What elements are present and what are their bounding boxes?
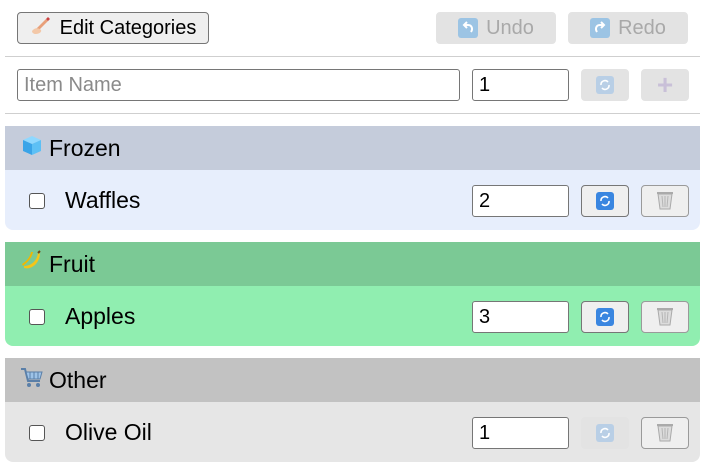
list-item: Apples (5, 286, 700, 346)
item-label: Olive Oil (65, 419, 152, 445)
edit-categories-label: Edit Categories (59, 16, 197, 39)
category-name: Other (49, 366, 107, 393)
category-name: Frozen (49, 134, 121, 161)
divider-top (5, 56, 700, 57)
item-checkbox[interactable] (29, 193, 45, 209)
trash-icon (655, 189, 675, 214)
redo-label: Redo (618, 16, 666, 39)
list-item: Waffles (5, 170, 700, 230)
undo-icon (458, 18, 479, 38)
undo-button[interactable]: Undo (436, 12, 556, 44)
item-quantity-input[interactable] (472, 185, 569, 217)
redo-button[interactable]: Redo (568, 12, 688, 44)
category-header: Other (5, 358, 700, 402)
category-name: Fruit (49, 250, 95, 277)
plus-icon: + (656, 69, 674, 100)
category-other: Other Olive Oil (5, 358, 700, 462)
add-item-button[interactable]: + (641, 69, 689, 101)
refresh-icon (596, 76, 614, 94)
redo-icon (590, 18, 611, 38)
add-refresh-button[interactable] (581, 69, 629, 101)
refresh-icon (596, 424, 614, 442)
item-delete-button[interactable] (641, 185, 689, 217)
shopping-cart-icon (19, 364, 45, 396)
item-refresh-button[interactable] (581, 417, 629, 449)
banana-icon (19, 248, 45, 280)
category-fruit: Fruit Apples (5, 242, 700, 346)
item-quantity-input[interactable] (472, 417, 569, 449)
item-label: Waffles (65, 187, 141, 213)
item-delete-button[interactable] (641, 417, 689, 449)
item-refresh-button[interactable] (581, 185, 629, 217)
category-header: Fruit (5, 242, 700, 286)
trash-icon (655, 305, 675, 330)
undo-label: Undo (486, 16, 534, 39)
list-item: Olive Oil (5, 402, 700, 462)
category-frozen: Frozen Waffles (5, 126, 700, 230)
category-header: Frozen (5, 126, 700, 170)
add-quantity-input[interactable] (472, 69, 569, 101)
item-name-input[interactable] (17, 69, 460, 101)
item-label: Apples (65, 303, 136, 329)
divider-bottom (5, 113, 700, 114)
item-checkbox[interactable] (29, 309, 45, 325)
item-delete-button[interactable] (641, 301, 689, 333)
ice-cube-icon (19, 132, 45, 164)
item-quantity-input[interactable] (472, 301, 569, 333)
writing-hand-icon (30, 14, 52, 42)
refresh-icon (596, 308, 614, 326)
trash-icon (655, 421, 675, 446)
edit-categories-button[interactable]: Edit Categories (17, 12, 209, 44)
item-checkbox[interactable] (29, 425, 45, 441)
item-refresh-button[interactable] (581, 301, 629, 333)
refresh-icon (596, 192, 614, 210)
